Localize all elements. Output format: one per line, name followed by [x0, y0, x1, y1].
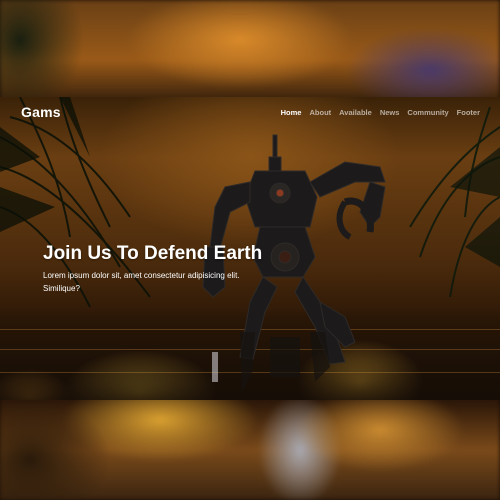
nav-item-about[interactable]: About — [309, 108, 331, 117]
nav-item-available[interactable]: Available — [339, 108, 372, 117]
hero-subtext: Lorem ipsum dolor sit, amet consectetur … — [43, 271, 240, 293]
page: Gams Home About Available News Community… — [0, 0, 500, 500]
hero-headline: Join Us To Defend Earth — [43, 243, 263, 264]
brand-logo[interactable]: Gams — [21, 104, 61, 120]
background-shadow — [0, 0, 90, 100]
nav-item-home[interactable]: Home — [281, 108, 302, 117]
nav-item-community[interactable]: Community — [407, 108, 448, 117]
background-shadow — [0, 400, 120, 500]
nav-item-news[interactable]: News — [380, 108, 400, 117]
robot-reflection-image — [212, 332, 330, 392]
nav-item-footer[interactable]: Footer — [457, 108, 480, 117]
main-nav: Home About Available News Community Foot… — [281, 108, 480, 117]
